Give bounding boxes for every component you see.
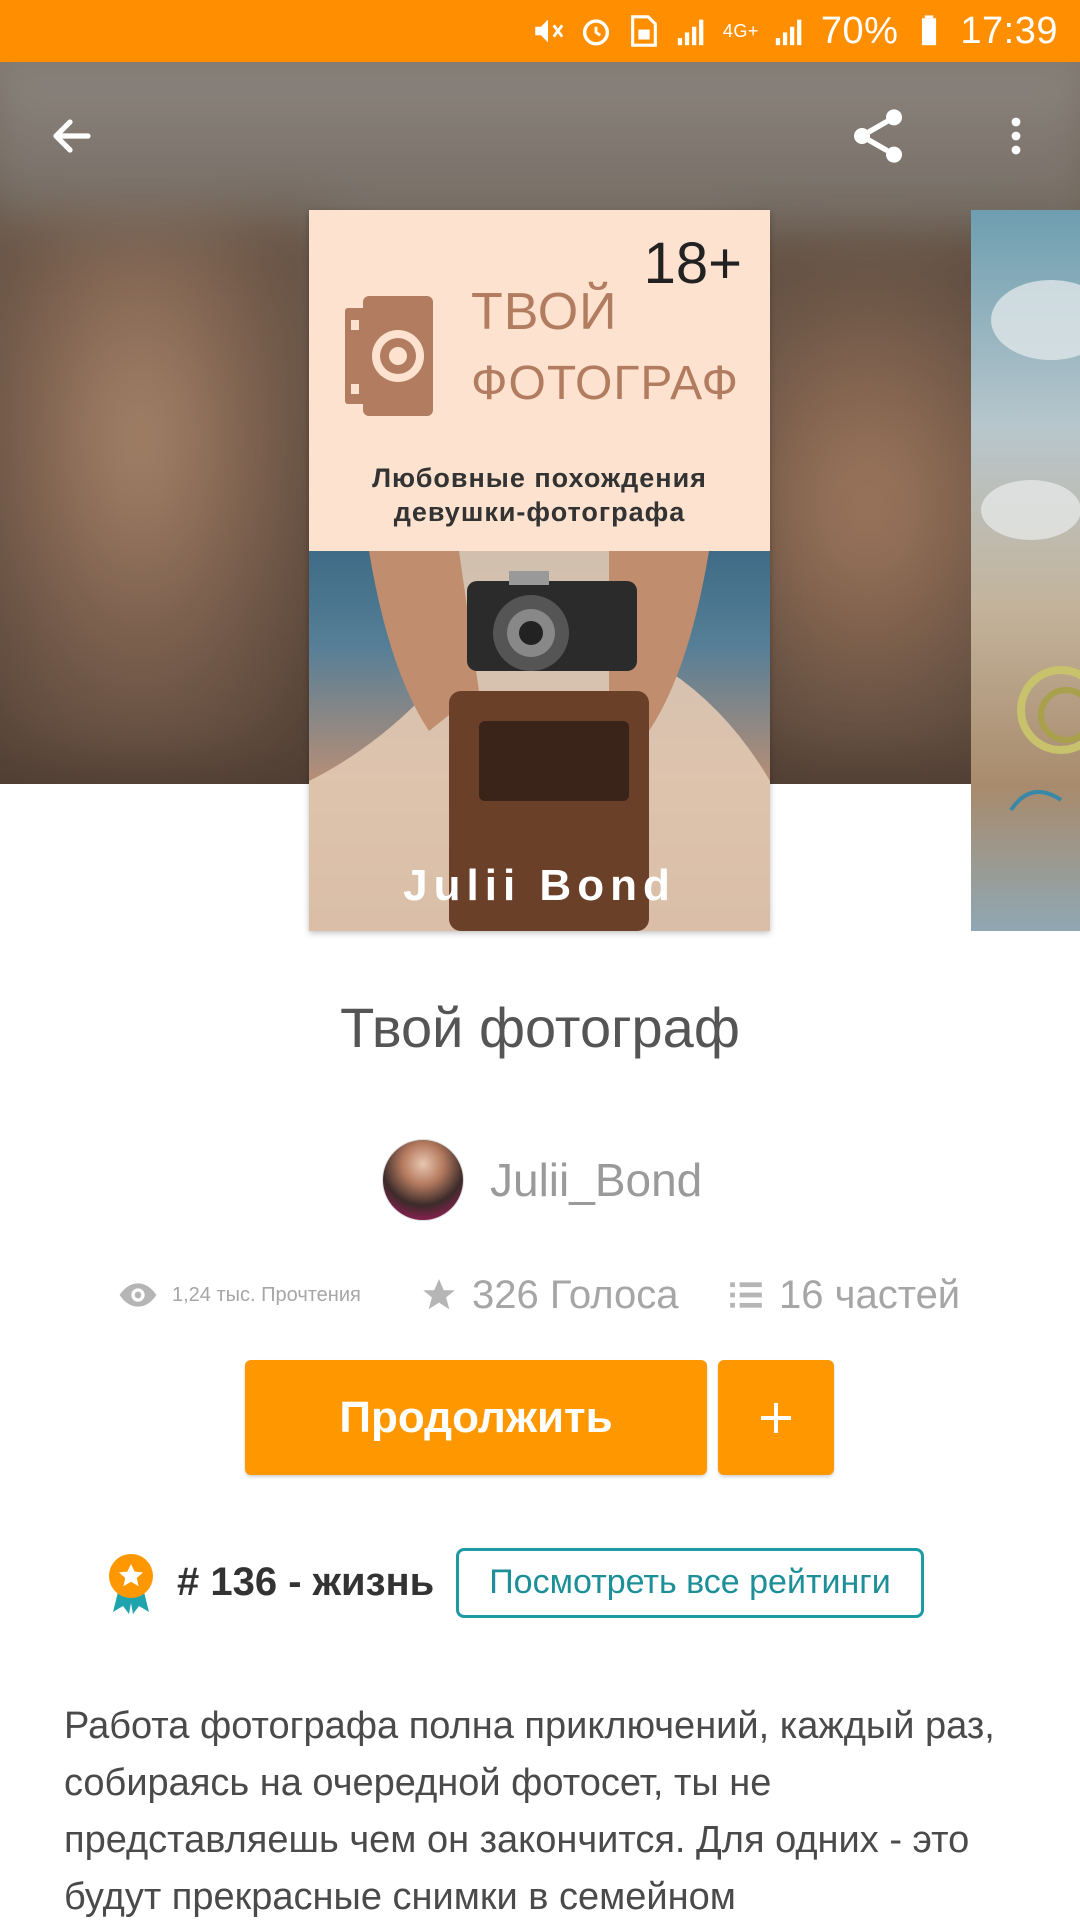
view-all-rankings-button[interactable]: Посмотреть все рейтинги	[456, 1547, 924, 1618]
back-button[interactable]	[36, 100, 108, 172]
book-cover[interactable]: 18+ ТВОЙ ФОТОГРАФ Любовные похождения де…	[309, 210, 770, 931]
avatar[interactable]	[382, 1139, 464, 1221]
alarm-icon	[579, 14, 613, 48]
next-book-cover[interactable]	[971, 210, 1080, 931]
votes-count: 326 Голоса	[472, 1272, 679, 1317]
cover-subtitle-line2: девушки-фотографа	[393, 497, 686, 527]
parts-count: 16 частей	[779, 1272, 961, 1317]
battery-percent: 70%	[820, 9, 899, 52]
list-icon	[730, 1282, 762, 1308]
top-app-bar	[0, 62, 1080, 212]
arrow-left-icon	[53, 119, 91, 153]
continue-label: Продолжить	[339, 1392, 613, 1442]
battery-icon	[912, 14, 946, 48]
network-type: 4G+	[722, 20, 759, 41]
share-button[interactable]	[842, 100, 914, 172]
camera-logo-icon	[345, 296, 433, 416]
author-name[interactable]: Julii_Bond	[490, 1153, 702, 1207]
sim-card-icon	[627, 14, 661, 48]
cover-title-line1: ТВОЙ	[471, 283, 618, 341]
story-description: Работа фотографа полна приключений, кажд…	[64, 1705, 995, 1918]
continue-reading-button[interactable]: Продолжить	[245, 1360, 707, 1475]
signal-icon	[675, 14, 709, 48]
star-icon	[423, 1279, 455, 1310]
more-vertical-icon	[1011, 117, 1021, 155]
more-options-button[interactable]	[980, 100, 1052, 172]
author-row[interactable]: Julii_Bond	[382, 1139, 702, 1221]
ranking-row: # 136 - жизнь Посмотреть все рейтинги	[105, 1545, 924, 1620]
mute-icon	[531, 14, 565, 48]
add-to-library-button[interactable]	[718, 1360, 834, 1475]
votes-stat: 326 Голоса	[420, 1265, 678, 1325]
share-icon	[854, 109, 902, 163]
signal-icon-2	[773, 14, 807, 48]
clock: 17:39	[960, 9, 1058, 52]
cover-header: 18+ ТВОЙ ФОТОГРАФ Любовные похождения де…	[309, 210, 770, 551]
cover-title-line2: ФОТОГРАФ	[471, 357, 740, 410]
cover-subtitle-line1: Любовные похождения	[372, 463, 707, 493]
cover-photo: Julii Bond	[309, 551, 770, 931]
parts-stat: 16 частей	[727, 1265, 960, 1325]
status-bar: 4G+ 70% 17:39	[0, 0, 1080, 62]
ranking-text: # 136 - жизнь	[177, 1560, 435, 1604]
plus-icon	[761, 1402, 791, 1433]
cover-author: Julii Bond	[403, 861, 676, 910]
story-title: Твой фотограф	[340, 996, 740, 1059]
story-stats: 1,24 тыс. Прочтения 326 Голоса 16 частей	[0, 1265, 1080, 1325]
reads-count: 1,24 тыс. Прочтения	[172, 1283, 361, 1306]
age-rating: 18+	[643, 231, 742, 296]
reads-stat: 1,24 тыс. Прочтения	[118, 1265, 361, 1325]
award-badge-icon	[109, 1553, 153, 1614]
eye-icon	[119, 1283, 157, 1307]
